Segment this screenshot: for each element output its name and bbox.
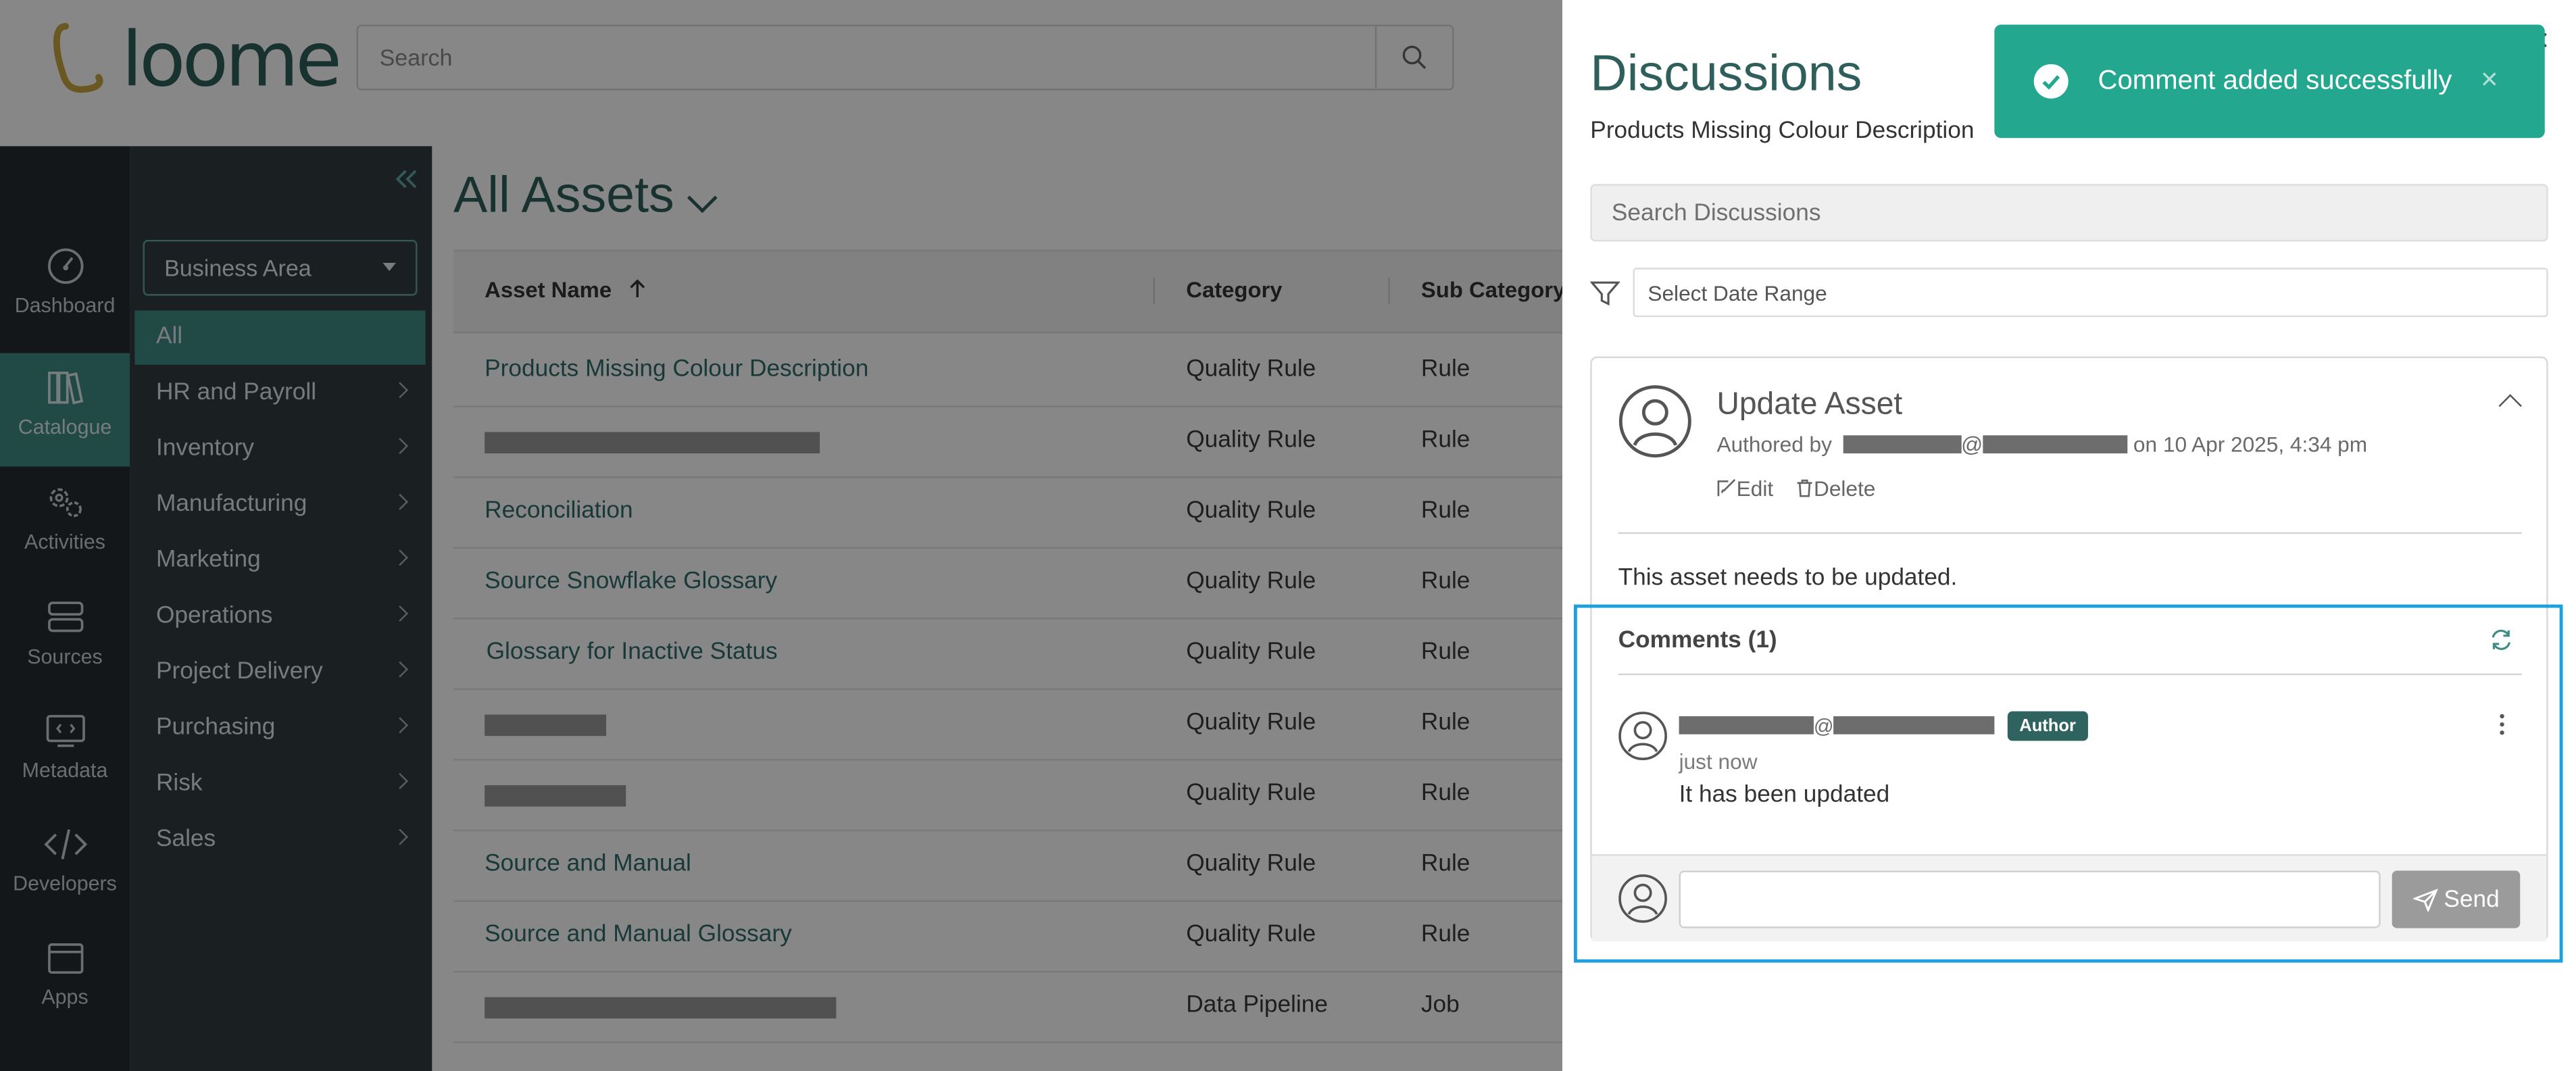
chevron-up-icon[interactable] [2498,394,2522,418]
authored-by-label: Authored by [1716,432,1832,457]
drawer-subtitle: Products Missing Colour Description [1590,118,1975,145]
edit-discussion-button[interactable]: Edit [1716,476,1779,501]
divider [1618,532,2522,534]
redacted-author-name [1843,435,1962,453]
discussion-actions: Edit Delete [1716,476,1891,501]
discussion-search-input[interactable] [1591,185,2547,240]
date-range-input[interactable] [1634,269,2547,316]
discussion-body: This asset needs to be updated. [1618,565,1958,592]
edit-label: Edit [1736,476,1774,501]
edit-icon [1717,478,1736,497]
discussion-search[interactable] [1590,184,2548,242]
redacted-author-domain [1983,435,2128,453]
filter-icon[interactable] [1590,281,1620,306]
user-avatar-icon [1618,385,1691,458]
delete-discussion-button[interactable]: Delete [1795,476,1875,501]
date-range-picker[interactable] [1633,268,2548,318]
drawer-title: Discussions [1590,44,1862,102]
discussion-title: Update Asset [1716,387,1903,422]
author-at-sign: @ [1961,432,1983,457]
screen: loome Dashboard [0,0,2576,1071]
discussion-date: on 10 Apr 2025, 4:34 pm [2133,432,2368,457]
close-toast-icon[interactable]: × [2481,62,2498,97]
delete-label: Delete [1814,476,1876,501]
comments-highlight-box [1573,604,2563,963]
toast-message: Comment added successfully [2098,66,2452,96]
check-circle-icon [2033,64,2069,99]
trash-icon [1797,479,1812,497]
modal-backdrop[interactable] [0,0,1562,1071]
success-toast: Comment added successfully × [1994,24,2545,139]
discussion-meta: Authored by @ on 10 Apr 2025, 4:34 pm [1716,432,2367,456]
